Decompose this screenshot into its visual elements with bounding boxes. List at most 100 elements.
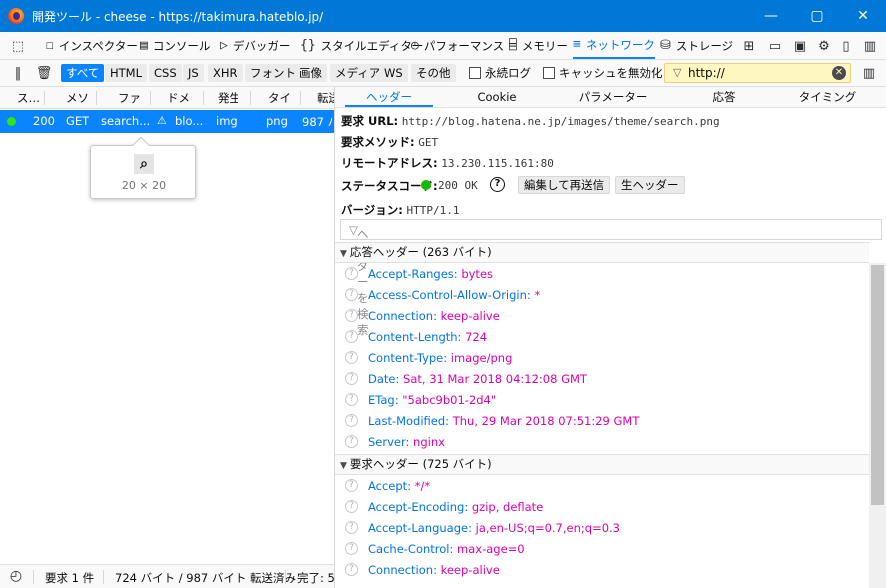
header-filter-input[interactable]: ▽ ヘッダーを検索: [340, 219, 882, 337]
header-help-icon[interactable]: ?: [345, 288, 358, 301]
header-row[interactable]: ? Content-Type: image/png: [335, 348, 869, 369]
performance-analysis-icon[interactable]: ◴: [6, 566, 26, 586]
tab-params[interactable]: パラメーター: [561, 87, 665, 107]
collapse-triangle-icon[interactable]: ▼: [340, 461, 347, 471]
header-row[interactable]: ? ETag: "5abc9b01-2d4": [335, 390, 869, 411]
tab-cookies[interactable]: Cookie: [453, 87, 541, 107]
screenshot-icon[interactable]: ▣: [790, 36, 810, 56]
column-domain[interactable]: ドメ: [167, 90, 191, 106]
header-help-icon[interactable]: ?: [345, 330, 358, 343]
request-row[interactable]: 200 GET search.... ⚠ blo... img png 987 …: [0, 110, 334, 133]
checkbox-box[interactable]: [543, 67, 555, 79]
row-status: 200: [33, 114, 55, 128]
header-row[interactable]: ? Date: Sat, 31 Mar 2018 04:12:08 GMT: [335, 369, 869, 390]
column-cause[interactable]: 発生: [218, 90, 238, 106]
trash-icon[interactable]: 🗑: [34, 63, 54, 83]
help-icon[interactable]: ?: [490, 177, 505, 192]
clear-filter-icon[interactable]: ✕: [832, 66, 846, 80]
disable-cache-checkbox[interactable]: キャッシュを無効化: [543, 65, 663, 81]
responsive-design-icon[interactable]: ▭: [765, 36, 785, 56]
filter-xhr[interactable]: XHR: [208, 64, 243, 82]
header-help-icon[interactable]: ?: [345, 500, 358, 513]
response-headers-section[interactable]: ▼ 応答ヘッダー (263 バイト): [335, 242, 869, 263]
column-divider[interactable]: [150, 91, 151, 105]
column-divider[interactable]: [300, 91, 301, 105]
request-headers-section[interactable]: ▼ 要求ヘッダー (725 バイト): [335, 454, 869, 475]
header-row[interactable]: ? Connection: keep-alive: [335, 306, 869, 327]
header-help-icon[interactable]: ?: [345, 479, 358, 492]
tab-memory[interactable]: ⌸ メモリー: [509, 32, 568, 59]
header-value: nginx: [413, 435, 445, 449]
dock-bottom-icon[interactable]: ▯: [836, 36, 856, 56]
scrollbar-thumb[interactable]: [871, 265, 884, 505]
header-row[interactable]: ? Connection: keep-alive: [335, 560, 869, 581]
column-method[interactable]: メソ: [66, 90, 90, 106]
filter-html[interactable]: HTML: [105, 64, 148, 82]
filter-all[interactable]: すべて: [61, 64, 105, 82]
layout-menu-icon[interactable]: ⊞: [739, 36, 759, 56]
column-type[interactable]: タイ: [268, 90, 292, 106]
header-help-icon[interactable]: ?: [345, 309, 358, 322]
maximize-button[interactable]: ▢: [794, 0, 840, 32]
filter-js[interactable]: JS: [183, 64, 204, 82]
dock-side-icon[interactable]: ▥: [860, 36, 880, 56]
filter-fonts[interactable]: フォント: [245, 64, 301, 82]
toggle-sidebar-icon[interactable]: ▥: [859, 63, 879, 83]
persist-logs-checkbox[interactable]: 永続ログ: [469, 65, 531, 81]
minimize-button[interactable]: —: [748, 0, 794, 32]
header-row[interactable]: ? Accept-Ranges: bytes: [335, 264, 869, 285]
header-help-icon[interactable]: ?: [345, 414, 358, 427]
header-help-icon[interactable]: ?: [345, 563, 358, 576]
column-status[interactable]: ス…: [17, 90, 41, 106]
header-help-icon[interactable]: ?: [345, 351, 358, 364]
url-filter-value[interactable]: http://: [688, 66, 725, 80]
tab-response[interactable]: 応答: [680, 87, 768, 107]
column-divider[interactable]: [44, 91, 45, 105]
settings-icon[interactable]: ⚙: [814, 36, 834, 56]
header-help-icon[interactable]: ?: [345, 521, 358, 534]
checkbox-box[interactable]: [469, 67, 481, 79]
inspector-icon: ☐: [46, 38, 54, 53]
filter-media[interactable]: メディア: [330, 64, 386, 82]
header-row[interactable]: ? Access-Control-Allow-Origin: *: [335, 285, 869, 306]
pick-element-icon[interactable]: ⬚: [8, 36, 28, 56]
raw-headers-button[interactable]: 生ヘッダー: [615, 176, 685, 194]
close-button[interactable]: ✕: [840, 0, 886, 32]
tab-debugger[interactable]: ▷ デバッガー: [220, 32, 290, 59]
url-filter-input[interactable]: ▽ http:// ✕: [664, 63, 851, 83]
column-divider[interactable]: [250, 91, 251, 105]
edit-resend-button[interactable]: 編集して再送信: [518, 176, 611, 194]
header-help-icon[interactable]: ?: [345, 372, 358, 385]
tab-timings[interactable]: タイミング: [780, 87, 875, 107]
tab-headers[interactable]: ヘッダー: [345, 87, 433, 107]
header-row[interactable]: ? Last-Modified: Thu, 29 Mar 2018 07:51:2…: [335, 411, 869, 432]
collapse-triangle-icon[interactable]: ▼: [340, 249, 347, 259]
header-row[interactable]: ? Accept: */*: [335, 476, 869, 497]
filter-other[interactable]: その他: [411, 64, 456, 82]
pause-icon[interactable]: ‖: [8, 63, 28, 83]
column-divider[interactable]: [96, 91, 97, 105]
column-file[interactable]: ファ: [118, 90, 142, 106]
filter-css[interactable]: CSS: [149, 64, 182, 82]
header-row[interactable]: ? Content-Length: 724: [335, 327, 869, 348]
header-row[interactable]: ? Cache-Control: max-age=0: [335, 539, 869, 560]
header-row[interactable]: ? Server: nginx: [335, 432, 869, 453]
column-divider[interactable]: [203, 91, 204, 105]
tab-performance[interactable]: ◴ パフォーマンス: [411, 32, 504, 59]
header-row[interactable]: ? Accept-Encoding: gzip, deflate: [335, 497, 869, 518]
header-help-icon[interactable]: ?: [345, 267, 358, 280]
header-help-icon[interactable]: ?: [345, 393, 358, 406]
devtools-toolbar: ⬚ ☐ インスペクター ▤ コンソール ▷ デバッガー {} スタイルエディター…: [0, 32, 886, 60]
tab-console[interactable]: ▤ コンソール: [140, 32, 210, 59]
header-help-icon[interactable]: ?: [345, 542, 358, 555]
tab-inspector[interactable]: ☐ インスペクター: [46, 32, 138, 59]
tab-storage[interactable]: ⛁ ストレージ: [660, 32, 733, 59]
tab-network[interactable]: ≡ ネットワーク: [573, 32, 655, 59]
header-row[interactable]: ? Accept-Language: ja,en-US;q=0.7,en;q=0.…: [335, 518, 869, 539]
tab-style-editor[interactable]: {} スタイルエディター: [300, 32, 423, 59]
filter-images[interactable]: 画像: [294, 64, 327, 82]
filter-ws[interactable]: WS: [379, 64, 408, 82]
insecure-lock-icon: ⚠: [157, 114, 167, 127]
header-help-icon[interactable]: ?: [345, 435, 358, 448]
column-transferred[interactable]: 転送: [317, 90, 334, 106]
